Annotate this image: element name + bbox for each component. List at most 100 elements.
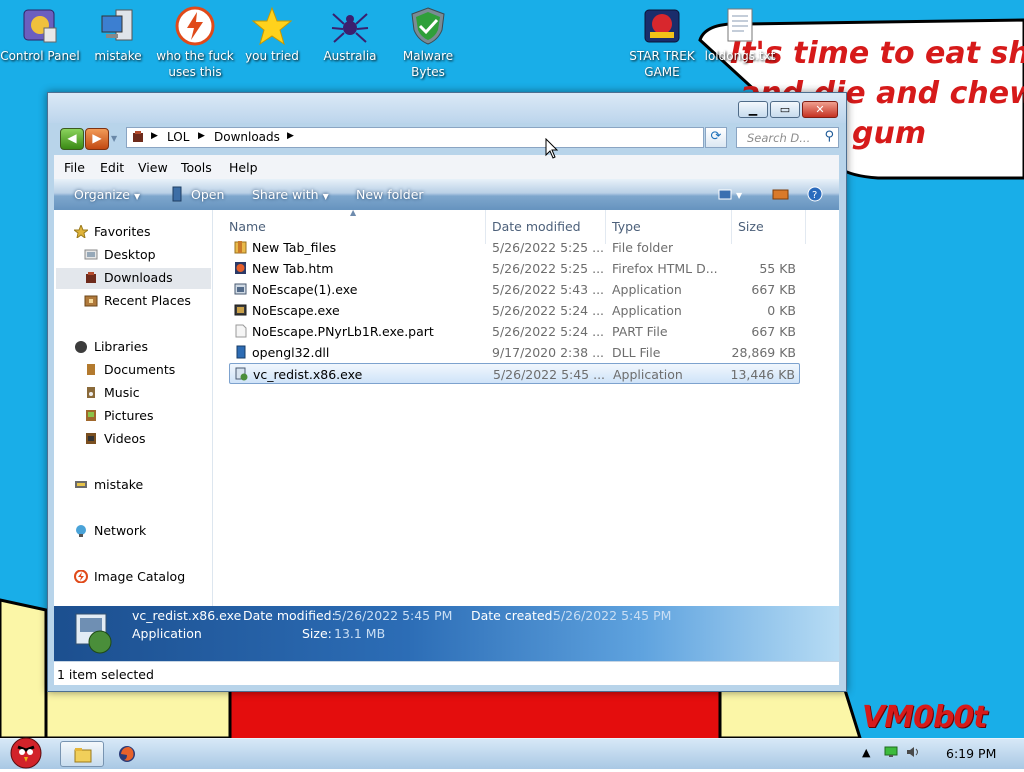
file-type: Application bbox=[612, 303, 682, 318]
window-titlebar[interactable]: ▁ ▭ ✕ bbox=[48, 93, 846, 123]
breadcrumb-item[interactable]: Downloads bbox=[214, 130, 280, 144]
breadcrumb-item[interactable]: LOL bbox=[167, 130, 189, 144]
organize-button[interactable]: Organize ▼ bbox=[74, 187, 140, 202]
details-type: Application bbox=[132, 626, 202, 641]
taskbar-clock[interactable]: 6:19 PM bbox=[946, 746, 996, 761]
computer-icon bbox=[74, 478, 88, 491]
nav-label: Recent Places bbox=[104, 293, 191, 308]
file-size: 28,869 KB bbox=[731, 345, 796, 360]
menu-file[interactable]: File bbox=[64, 160, 85, 175]
breadcrumb-separator-icon[interactable]: ▶ bbox=[198, 131, 205, 141]
details-date-created: 5/26/2022 5:45 PM bbox=[553, 608, 672, 623]
desktop-icon-star-trek[interactable]: STAR TREK GAME bbox=[622, 0, 702, 80]
svg-text:?: ? bbox=[812, 190, 817, 201]
explorer-body: Favorites Desktop Downloads Recent Place… bbox=[54, 208, 839, 606]
taskbar-explorer-button[interactable] bbox=[60, 741, 104, 767]
back-button[interactable]: ◀ bbox=[60, 128, 84, 150]
taskbar-firefox-button[interactable] bbox=[104, 741, 148, 767]
view-options-icon[interactable]: ▼ bbox=[718, 186, 748, 205]
share-with-label: Share with bbox=[252, 187, 319, 202]
command-bar: Organize ▼ Open Share with ▼ New folder … bbox=[54, 179, 839, 210]
preview-pane-icon[interactable] bbox=[772, 186, 790, 205]
maximize-button[interactable]: ▭ bbox=[770, 101, 800, 118]
menu-help[interactable]: Help bbox=[229, 160, 258, 175]
details-pane: vc_redist.x86.exe Application Date modif… bbox=[54, 606, 839, 661]
desktop-icon-malwarebytes[interactable]: Malware Bytes bbox=[388, 0, 468, 80]
installer-large-icon bbox=[70, 610, 118, 659]
star-trek-icon bbox=[642, 6, 682, 46]
status-text: 1 item selected bbox=[57, 667, 154, 682]
start-button[interactable] bbox=[2, 731, 46, 769]
close-button[interactable]: ✕ bbox=[802, 101, 838, 118]
file-size: 667 KB bbox=[751, 324, 796, 339]
breadcrumb-separator-icon[interactable]: ▶ bbox=[287, 131, 294, 141]
desktop-icon-control-panel[interactable]: Control Panel bbox=[0, 0, 80, 64]
flashget-icon bbox=[175, 6, 215, 46]
forward-button[interactable]: ▶ bbox=[85, 128, 109, 150]
file-type: File folder bbox=[612, 240, 674, 255]
desktop-icon-label: mistake bbox=[94, 49, 142, 63]
desktop-icon bbox=[84, 248, 98, 261]
search-input[interactable]: Search D... ⚲ bbox=[736, 127, 839, 148]
desktop-icon-mistake[interactable]: mistake bbox=[78, 0, 158, 64]
desktop-icon-label: Australia bbox=[323, 49, 377, 63]
file-row[interactable]: New Tab.htm 5/26/2022 5:25 ... Firefox H… bbox=[229, 258, 800, 279]
minimize-icon: ▁ bbox=[748, 103, 758, 116]
nav-label: Favorites bbox=[94, 224, 151, 239]
address-bar[interactable]: ▶ LOL ▶ Downloads ▶ ▼ bbox=[126, 127, 774, 148]
bubble-text-line-3: gum bbox=[852, 116, 927, 151]
desktop-icon-you-tried[interactable]: you tried bbox=[232, 0, 312, 64]
open-button[interactable]: Open bbox=[191, 187, 224, 202]
file-size: 0 KB bbox=[767, 303, 796, 318]
file-size: 13,446 KB bbox=[730, 367, 795, 382]
show-hidden-icons-icon[interactable]: ▲ bbox=[862, 746, 870, 759]
status-bar: 1 item selected bbox=[54, 661, 839, 685]
file-row[interactable]: NoEscape.PNyrLb1R.exe.part 5/26/2022 5:2… bbox=[229, 321, 800, 342]
music-icon bbox=[84, 386, 98, 399]
menu-view[interactable]: View bbox=[138, 160, 168, 175]
minimize-button[interactable]: ▁ bbox=[738, 101, 768, 118]
menu-tools[interactable]: Tools bbox=[181, 160, 212, 175]
installer-icon bbox=[235, 367, 248, 381]
sort-ascending-icon: ▲ bbox=[350, 208, 357, 217]
help-icon[interactable]: ? bbox=[807, 186, 823, 205]
file-date: 5/26/2022 5:24 ... bbox=[492, 324, 605, 339]
nav-label: Network bbox=[94, 523, 147, 538]
pictures-icon bbox=[84, 409, 98, 422]
desktop-icon-label: who the fuck uses this bbox=[156, 49, 234, 79]
documents-icon bbox=[84, 363, 98, 376]
volume-icon[interactable] bbox=[906, 746, 922, 761]
menu-edit[interactable]: Edit bbox=[100, 160, 124, 175]
details-date-modified-label: Date modified: bbox=[243, 608, 336, 623]
refresh-button[interactable]: ⟳ bbox=[705, 127, 727, 148]
desktop-icon-australia[interactable]: Australia bbox=[310, 0, 390, 64]
file-row-selected[interactable]: vc_redist.x86.exe 5/26/2022 5:45 ... App… bbox=[229, 363, 800, 384]
new-folder-button[interactable]: New folder bbox=[356, 187, 424, 202]
nav-label: Downloads bbox=[104, 270, 173, 285]
search-icon[interactable]: ⚲ bbox=[824, 129, 834, 144]
file-name: New Tab.htm bbox=[252, 261, 334, 276]
desktop-icon-flashget[interactable]: who the fuck uses this bbox=[155, 0, 235, 80]
file-size: 55 KB bbox=[759, 261, 796, 276]
file-name: New Tab_files bbox=[252, 240, 337, 255]
file-row[interactable]: New Tab_files 5/26/2022 5:25 ... File fo… bbox=[229, 237, 800, 258]
column-label: Size bbox=[738, 219, 764, 234]
share-with-button[interactable]: Share with ▼ bbox=[252, 187, 329, 202]
file-row[interactable]: NoEscape.exe 5/26/2022 5:24 ... Applicat… bbox=[229, 300, 800, 321]
open-app-icon bbox=[171, 186, 183, 205]
menu-bar: File Edit View Tools Help bbox=[54, 155, 839, 179]
star-icon bbox=[251, 6, 293, 46]
chevron-down-icon: ▼ bbox=[133, 192, 141, 201]
file-name: NoEscape.PNyrLb1R.exe.part bbox=[252, 324, 434, 339]
column-label: Date modified bbox=[492, 219, 581, 234]
svg-text:▼: ▼ bbox=[736, 191, 743, 200]
forward-arrow-icon: ▶ bbox=[92, 131, 102, 145]
file-row[interactable]: NoEscape(1).exe 5/26/2022 5:43 ... Appli… bbox=[229, 279, 800, 300]
breadcrumb-separator-icon[interactable]: ▶ bbox=[151, 131, 158, 141]
desktop-icon-loldongs[interactable]: loldongs.txt bbox=[700, 0, 780, 64]
column-label: Name bbox=[229, 219, 266, 234]
file-row[interactable]: opengl32.dll 9/17/2020 2:38 ... DLL File… bbox=[229, 342, 800, 363]
nav-label: Documents bbox=[104, 362, 176, 377]
network-status-icon[interactable] bbox=[884, 746, 898, 761]
recent-pages-dropdown[interactable]: ▼ bbox=[111, 134, 117, 143]
